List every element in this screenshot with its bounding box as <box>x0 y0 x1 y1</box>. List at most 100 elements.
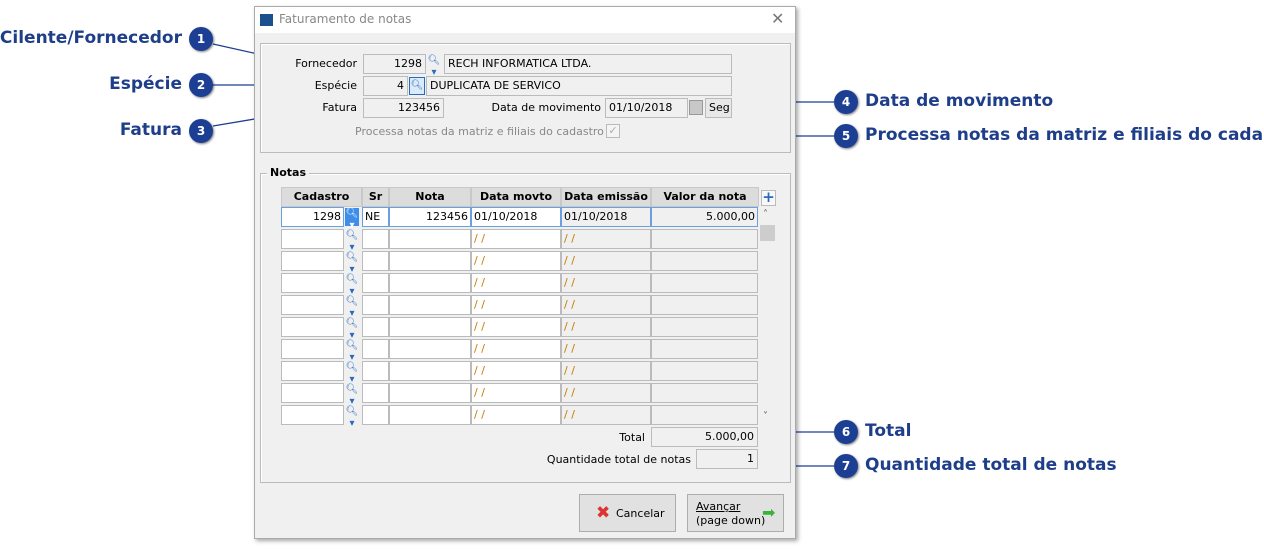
especie-code-field[interactable]: 4 <box>363 76 408 96</box>
cell-sr[interactable] <box>362 229 389 249</box>
cell-data-emissao[interactable]: / / <box>561 383 651 403</box>
search-icon[interactable]: 🔍︎ ▾ <box>345 296 359 319</box>
cell-data-emissao[interactable]: / / <box>561 229 651 249</box>
app-icon <box>260 14 273 26</box>
cell-sr[interactable]: NE <box>362 207 389 227</box>
cell-sr[interactable] <box>362 339 389 359</box>
fatura-label: Fatura <box>322 101 357 114</box>
cell-data-movto[interactable]: / / <box>471 339 561 359</box>
total-label: Total <box>619 431 645 444</box>
cell-sr[interactable] <box>362 317 389 337</box>
cell-data-emissao[interactable]: / / <box>561 405 651 425</box>
cell-data-emissao[interactable]: / / <box>561 251 651 271</box>
column-header[interactable]: Data movto <box>471 187 561 207</box>
cell-valor[interactable] <box>651 339 758 359</box>
cell-valor[interactable] <box>651 405 758 425</box>
add-row-button[interactable]: + <box>761 190 776 206</box>
search-icon[interactable]: 🔍︎ ▾ <box>345 406 359 429</box>
cell-cadastro[interactable] <box>281 383 344 403</box>
cell-data-movto[interactable]: / / <box>471 405 561 425</box>
column-header[interactable]: Valor da nota <box>651 187 759 207</box>
scrollbar-thumb[interactable] <box>760 225 775 241</box>
cell-data-movto[interactable]: / / <box>471 273 561 293</box>
cell-nota[interactable]: 123456 <box>389 207 471 227</box>
next-button[interactable]: Avançar (page down) ➡ <box>687 494 784 532</box>
calendar-icon[interactable] <box>689 100 703 115</box>
cell-valor[interactable] <box>651 251 758 271</box>
column-header[interactable]: Sr <box>362 187 389 207</box>
cell-nota[interactable] <box>389 295 471 315</box>
cancel-button[interactable]: ✖ Cancelar <box>579 494 676 532</box>
search-icon[interactable]: 🔍︎ ▾ <box>345 208 359 231</box>
cell-sr[interactable] <box>362 295 389 315</box>
next-label: Avançar <box>696 500 741 513</box>
cell-valor[interactable] <box>651 273 758 293</box>
cell-data-emissao[interactable]: / / <box>561 339 651 359</box>
x-icon: ✖ <box>596 503 611 523</box>
cell-valor[interactable]: 5.000,00 <box>651 207 758 227</box>
cell-nota[interactable] <box>389 339 471 359</box>
cell-data-movto[interactable]: / / <box>471 229 561 249</box>
cell-data-emissao[interactable]: / / <box>561 295 651 315</box>
grid-scrollbar[interactable]: ˄ ˅ <box>759 207 776 427</box>
search-icon[interactable]: 🔍︎ ▾ <box>345 340 359 363</box>
column-header[interactable]: Cadastro <box>281 187 362 207</box>
cell-valor[interactable] <box>651 361 758 381</box>
cell-sr[interactable] <box>362 273 389 293</box>
cell-nota[interactable] <box>389 251 471 271</box>
data-movimento-field[interactable]: 01/10/2018 <box>605 98 688 118</box>
scroll-down-icon[interactable]: ˅ <box>763 411 768 422</box>
scroll-up-icon[interactable]: ˄ <box>763 209 768 220</box>
fatura-field[interactable]: 123456 <box>363 98 444 118</box>
column-header[interactable]: Data emissão <box>561 187 651 207</box>
cell-nota[interactable] <box>389 273 471 293</box>
especie-name-field: DUPLICATA DE SERVICO <box>426 76 732 96</box>
cell-sr[interactable] <box>362 383 389 403</box>
cell-nota[interactable] <box>389 317 471 337</box>
search-icon[interactable]: 🔍︎ ▾ <box>345 362 359 385</box>
cell-cadastro[interactable] <box>281 339 344 359</box>
cell-cadastro[interactable] <box>281 405 344 425</box>
cell-data-movto[interactable]: / / <box>471 317 561 337</box>
search-icon[interactable]: 🔍︎ ▾ <box>345 384 359 407</box>
search-icon[interactable]: 🔍︎ ▾ <box>345 230 359 253</box>
cell-data-emissao[interactable]: / / <box>561 361 651 381</box>
search-icon[interactable]: 🔍︎ ▾ <box>427 55 441 78</box>
cell-nota[interactable] <box>389 383 471 403</box>
cell-cadastro[interactable] <box>281 317 344 337</box>
especie-search-button[interactable]: 🔍︎ <box>409 77 425 95</box>
cell-data-emissao[interactable]: 01/10/2018 <box>561 207 651 227</box>
close-button[interactable]: ✕ <box>771 9 784 28</box>
cell-valor[interactable] <box>651 317 758 337</box>
cell-sr[interactable] <box>362 361 389 381</box>
cell-data-emissao[interactable]: / / <box>561 317 651 337</box>
cell-sr[interactable] <box>362 405 389 425</box>
cell-nota[interactable] <box>389 405 471 425</box>
cell-data-movto[interactable]: / / <box>471 383 561 403</box>
processa-checkbox[interactable]: ✓ <box>606 124 620 138</box>
especie-label: Espécie <box>314 79 357 92</box>
cell-valor[interactable] <box>651 229 758 249</box>
column-header[interactable]: Nota <box>389 187 471 207</box>
cell-valor[interactable] <box>651 383 758 403</box>
cell-cadastro[interactable] <box>281 295 344 315</box>
search-icon[interactable]: 🔍︎ ▾ <box>345 274 359 297</box>
cell-sr[interactable] <box>362 251 389 271</box>
cell-nota[interactable] <box>389 361 471 381</box>
cell-data-emissao[interactable]: / / <box>561 273 651 293</box>
cell-cadastro[interactable]: 1298 <box>281 207 344 227</box>
cell-data-movto[interactable]: 01/10/2018 <box>471 207 561 227</box>
search-icon[interactable]: 🔍︎ ▾ <box>345 318 359 341</box>
cell-cadastro[interactable] <box>281 251 344 271</box>
cell-cadastro[interactable] <box>281 229 344 249</box>
search-icon[interactable]: 🔍︎ ▾ <box>345 252 359 275</box>
cell-cadastro[interactable] <box>281 273 344 293</box>
fornecedor-code-field[interactable]: 1298 <box>363 54 426 74</box>
cell-data-movto[interactable]: / / <box>471 295 561 315</box>
cell-valor[interactable] <box>651 295 758 315</box>
cell-cadastro[interactable] <box>281 361 344 381</box>
callout-badge: 6 <box>834 420 858 444</box>
cell-nota[interactable] <box>389 229 471 249</box>
cell-data-movto[interactable]: / / <box>471 361 561 381</box>
cell-data-movto[interactable]: / / <box>471 251 561 271</box>
